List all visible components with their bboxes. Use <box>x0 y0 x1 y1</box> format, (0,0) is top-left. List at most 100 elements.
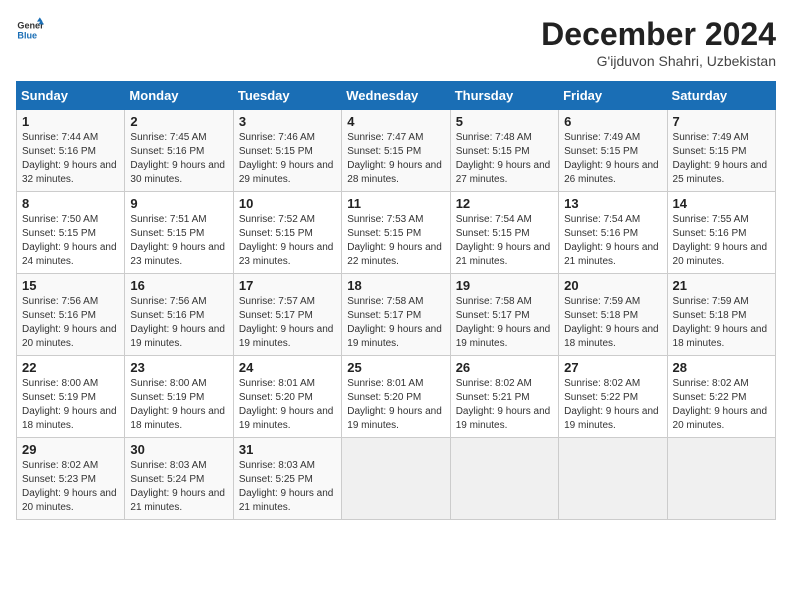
day-number: 4 <box>347 114 444 129</box>
calendar-cell: 30 Sunrise: 8:03 AMSunset: 5:24 PMDayligh… <box>125 438 233 520</box>
title-block: December 2024 G'ijduvon Shahri, Uzbekist… <box>541 16 776 69</box>
day-info: Sunrise: 7:54 AMSunset: 5:16 PMDaylight:… <box>564 213 661 269</box>
day-info: Sunrise: 8:01 AMSunset: 5:20 PMDaylight:… <box>347 377 444 433</box>
day-number: 12 <box>456 196 553 211</box>
day-info: Sunrise: 7:47 AMSunset: 5:15 PMDaylight:… <box>347 131 444 187</box>
day-number: 30 <box>130 442 227 457</box>
day-info: Sunrise: 8:03 AMSunset: 5:24 PMDaylight:… <box>130 459 227 515</box>
calendar-cell: 13Sunrise: 7:54 AMSunset: 5:16 PMDayligh… <box>559 192 667 274</box>
day-info: Sunrise: 8:03 AMSunset: 5:25 PMDaylight:… <box>239 459 336 515</box>
calendar-cell: 2 Sunrise: 7:45 AMSunset: 5:16 PMDaylight… <box>125 110 233 192</box>
day-info: Sunrise: 8:02 AMSunset: 5:23 PMDaylight:… <box>22 459 119 515</box>
day-info: Sunrise: 7:59 AMSunset: 5:18 PMDaylight:… <box>564 295 661 351</box>
day-info: Sunrise: 7:51 AMSunset: 5:15 PMDaylight:… <box>130 213 227 269</box>
logo-icon: General Blue <box>16 16 44 44</box>
calendar-cell: 29 Sunrise: 8:02 AMSunset: 5:23 PMDayligh… <box>17 438 125 520</box>
calendar-cell: 7Sunrise: 7:49 AMSunset: 5:15 PMDaylight… <box>667 110 775 192</box>
day-info: Sunrise: 7:58 AMSunset: 5:17 PMDaylight:… <box>347 295 444 351</box>
day-info: Sunrise: 7:59 AMSunset: 5:18 PMDaylight:… <box>673 295 770 351</box>
calendar-cell: 16 Sunrise: 7:56 AMSunset: 5:16 PMDayligh… <box>125 274 233 356</box>
day-info: Sunrise: 8:02 AMSunset: 5:22 PMDaylight:… <box>564 377 661 433</box>
calendar-week-row: 15 Sunrise: 7:56 AMSunset: 5:16 PMDayligh… <box>17 274 776 356</box>
month-title: December 2024 <box>541 16 776 53</box>
day-number: 16 <box>130 278 227 293</box>
calendar-cell: 15 Sunrise: 7:56 AMSunset: 5:16 PMDayligh… <box>17 274 125 356</box>
day-info: Sunrise: 7:58 AMSunset: 5:17 PMDaylight:… <box>456 295 553 351</box>
day-info: Sunrise: 8:02 AMSunset: 5:22 PMDaylight:… <box>673 377 770 433</box>
calendar-cell: 1 Sunrise: 7:44 AMSunset: 5:16 PMDaylight… <box>17 110 125 192</box>
calendar-cell <box>559 438 667 520</box>
calendar-cell: 26 Sunrise: 8:02 AMSunset: 5:21 PMDayligh… <box>450 356 558 438</box>
calendar-cell: 12 Sunrise: 7:54 AMSunset: 5:15 PMDayligh… <box>450 192 558 274</box>
calendar-table: SundayMondayTuesdayWednesdayThursdayFrid… <box>16 81 776 520</box>
calendar-cell: 22 Sunrise: 8:00 AMSunset: 5:19 PMDayligh… <box>17 356 125 438</box>
weekday-header-saturday: Saturday <box>667 82 775 110</box>
calendar-cell: 31Sunrise: 8:03 AMSunset: 5:25 PMDayligh… <box>233 438 341 520</box>
weekday-header-row: SundayMondayTuesdayWednesdayThursdayFrid… <box>17 82 776 110</box>
day-number: 2 <box>130 114 227 129</box>
calendar-cell: 5Sunrise: 7:48 AMSunset: 5:15 PMDaylight… <box>450 110 558 192</box>
day-number: 22 <box>22 360 119 375</box>
calendar-cell: 8Sunrise: 7:50 AMSunset: 5:15 PMDaylight… <box>17 192 125 274</box>
calendar-cell: 11 Sunrise: 7:53 AMSunset: 5:15 PMDayligh… <box>342 192 450 274</box>
day-info: Sunrise: 7:48 AMSunset: 5:15 PMDaylight:… <box>456 131 553 187</box>
day-number: 9 <box>130 196 227 211</box>
calendar-week-row: 8Sunrise: 7:50 AMSunset: 5:15 PMDaylight… <box>17 192 776 274</box>
day-number: 25 <box>347 360 444 375</box>
day-number: 18 <box>347 278 444 293</box>
calendar-cell: 18 Sunrise: 7:58 AMSunset: 5:17 PMDayligh… <box>342 274 450 356</box>
calendar-cell <box>667 438 775 520</box>
day-number: 24 <box>239 360 336 375</box>
weekday-header-monday: Monday <box>125 82 233 110</box>
calendar-week-row: 29 Sunrise: 8:02 AMSunset: 5:23 PMDayligh… <box>17 438 776 520</box>
day-number: 19 <box>456 278 553 293</box>
day-number: 26 <box>456 360 553 375</box>
calendar-cell: 4 Sunrise: 7:47 AMSunset: 5:15 PMDaylight… <box>342 110 450 192</box>
day-info: Sunrise: 8:01 AMSunset: 5:20 PMDaylight:… <box>239 377 336 433</box>
day-number: 11 <box>347 196 444 211</box>
day-info: Sunrise: 7:54 AMSunset: 5:15 PMDaylight:… <box>456 213 553 269</box>
calendar-week-row: 22 Sunrise: 8:00 AMSunset: 5:19 PMDayligh… <box>17 356 776 438</box>
weekday-header-thursday: Thursday <box>450 82 558 110</box>
calendar-cell: 17 Sunrise: 7:57 AMSunset: 5:17 PMDayligh… <box>233 274 341 356</box>
day-info: Sunrise: 7:56 AMSunset: 5:16 PMDaylight:… <box>130 295 227 351</box>
calendar-cell: 14Sunrise: 7:55 AMSunset: 5:16 PMDayligh… <box>667 192 775 274</box>
day-number: 6 <box>564 114 661 129</box>
day-number: 3 <box>239 114 336 129</box>
calendar-cell: 6Sunrise: 7:49 AMSunset: 5:15 PMDaylight… <box>559 110 667 192</box>
weekday-header-wednesday: Wednesday <box>342 82 450 110</box>
day-info: Sunrise: 7:44 AMSunset: 5:16 PMDaylight:… <box>22 131 119 187</box>
day-info: Sunrise: 7:53 AMSunset: 5:15 PMDaylight:… <box>347 213 444 269</box>
calendar-cell: 28Sunrise: 8:02 AMSunset: 5:22 PMDayligh… <box>667 356 775 438</box>
location-subtitle: G'ijduvon Shahri, Uzbekistan <box>541 53 776 69</box>
calendar-week-row: 1 Sunrise: 7:44 AMSunset: 5:16 PMDaylight… <box>17 110 776 192</box>
calendar-cell: 27 Sunrise: 8:02 AMSunset: 5:22 PMDayligh… <box>559 356 667 438</box>
day-info: Sunrise: 7:45 AMSunset: 5:16 PMDaylight:… <box>130 131 227 187</box>
day-info: Sunrise: 8:00 AMSunset: 5:19 PMDaylight:… <box>22 377 119 433</box>
day-number: 7 <box>673 114 770 129</box>
logo: General Blue <box>16 16 44 44</box>
calendar-cell: 25 Sunrise: 8:01 AMSunset: 5:20 PMDayligh… <box>342 356 450 438</box>
day-info: Sunrise: 7:52 AMSunset: 5:15 PMDaylight:… <box>239 213 336 269</box>
calendar-cell: 3 Sunrise: 7:46 AMSunset: 5:15 PMDaylight… <box>233 110 341 192</box>
day-number: 15 <box>22 278 119 293</box>
weekday-header-tuesday: Tuesday <box>233 82 341 110</box>
day-number: 17 <box>239 278 336 293</box>
calendar-cell: 9 Sunrise: 7:51 AMSunset: 5:15 PMDaylight… <box>125 192 233 274</box>
day-info: Sunrise: 7:46 AMSunset: 5:15 PMDaylight:… <box>239 131 336 187</box>
day-number: 1 <box>22 114 119 129</box>
calendar-cell <box>342 438 450 520</box>
day-info: Sunrise: 7:50 AMSunset: 5:15 PMDaylight:… <box>22 213 119 269</box>
weekday-header-sunday: Sunday <box>17 82 125 110</box>
day-info: Sunrise: 7:57 AMSunset: 5:17 PMDaylight:… <box>239 295 336 351</box>
calendar-cell: 21Sunrise: 7:59 AMSunset: 5:18 PMDayligh… <box>667 274 775 356</box>
day-number: 23 <box>130 360 227 375</box>
day-info: Sunrise: 8:02 AMSunset: 5:21 PMDaylight:… <box>456 377 553 433</box>
calendar-cell: 23Sunrise: 8:00 AMSunset: 5:19 PMDayligh… <box>125 356 233 438</box>
day-number: 29 <box>22 442 119 457</box>
day-number: 10 <box>239 196 336 211</box>
calendar-cell <box>450 438 558 520</box>
day-info: Sunrise: 7:56 AMSunset: 5:16 PMDaylight:… <box>22 295 119 351</box>
day-number: 27 <box>564 360 661 375</box>
calendar-cell: 24 Sunrise: 8:01 AMSunset: 5:20 PMDayligh… <box>233 356 341 438</box>
